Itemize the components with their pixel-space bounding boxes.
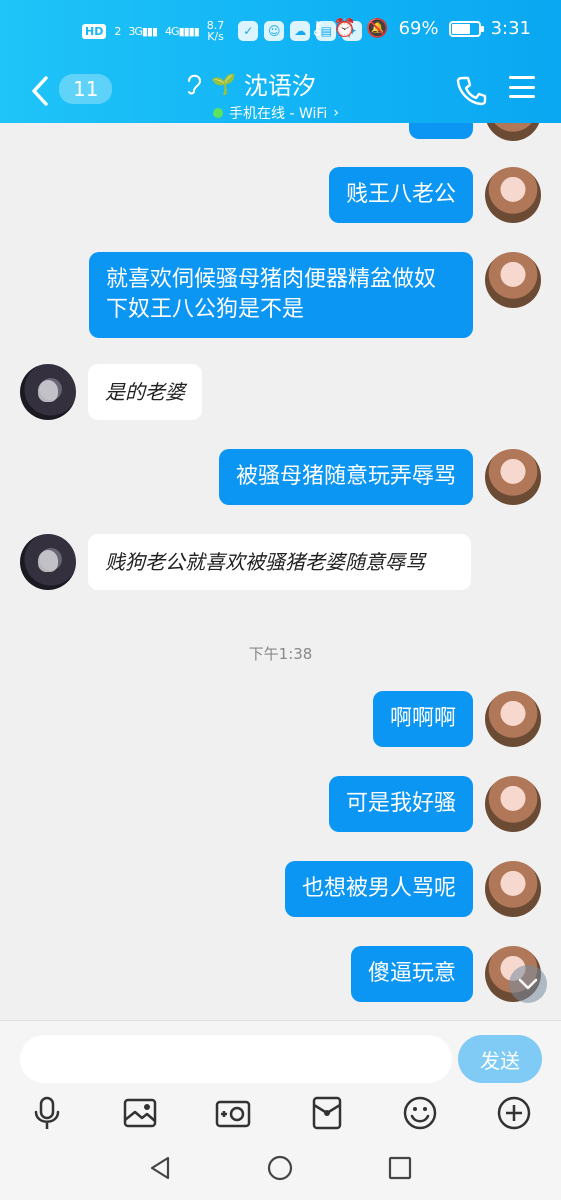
my-avatar[interactable] [485, 167, 541, 223]
key-icon: ⚷ [310, 18, 324, 39]
red-packet-icon[interactable] [307, 1093, 347, 1133]
battery-fill [451, 23, 470, 34]
network-speed: 8.7 K/s [207, 20, 225, 42]
network-3g-label: 3G [128, 24, 142, 38]
message-bubble[interactable]: 是的老婆 [88, 364, 202, 420]
chevron-left-icon[interactable] [28, 74, 52, 108]
chat-app-icon: ☺ [264, 21, 285, 41]
message-bubble[interactable]: 贱狗老公就喜欢被骚猪老婆随意辱骂 [88, 534, 471, 590]
unread-count-badge[interactable]: 11 [59, 74, 113, 104]
message-bubble[interactable]: 傻逼玩意 [350, 946, 473, 1002]
send-button[interactable]: 发送 [458, 1035, 542, 1083]
emoji-icon[interactable] [400, 1093, 440, 1133]
message-list[interactable]: 贱王八老公 就喜欢伺候骚母猪肉便器精盆做奴下奴王八公狗是不是 是的老婆 被骚母猪… [0, 123, 561, 1020]
nav-home-icon[interactable] [266, 1154, 294, 1182]
message-bubble[interactable]: 贱王八老公 [328, 167, 473, 223]
status-bar: HD 2 3G▮▮▮ 4G▮▮▮▮ 8.7 K/s ✓ ☺ ☁ ▤ ✦ ⚷ ⏰ … [0, 0, 561, 62]
network-3g-indicator: 3G▮▮▮ [128, 24, 158, 38]
image-icon[interactable] [120, 1093, 160, 1133]
network-4g-label: 4G [165, 24, 179, 38]
contact-avatar[interactable] [20, 534, 76, 590]
hd-indicator: HD [82, 23, 107, 39]
my-avatar[interactable] [485, 691, 541, 747]
composer-toolbar [0, 1093, 561, 1137]
message-bubble[interactable]: 被骚母猪随意玩弄辱骂 [218, 449, 473, 505]
battery-icon [448, 20, 484, 37]
speed-unit: K/s [207, 30, 224, 43]
message-bubble[interactable]: 可是我好骚 [328, 776, 473, 832]
my-avatar[interactable] [485, 449, 541, 505]
battery-percent: 69% [398, 18, 439, 39]
network-4g-indicator: 4G▮▮▮▮ [165, 24, 200, 38]
timestamp: 下午1:38 [248, 645, 313, 663]
chevron-down-icon [518, 978, 538, 990]
clock: 3:31 [490, 18, 531, 39]
message-bubble[interactable]: 就喜欢伺候骚母猪肉便器精盆做奴下奴王八公狗是不是 [89, 252, 473, 338]
contact-avatar[interactable] [20, 364, 76, 420]
contact-title[interactable]: 🌱 沈语汐 手机在线 - WiFi › [185, 66, 385, 123]
status-chevron-icon: › [333, 105, 339, 121]
status-right: ⚷ ⏰ 🔕 69% 3:31 [311, 18, 531, 39]
message-bubble[interactable]: 啊啊啊 [372, 691, 473, 747]
my-avatar[interactable] [485, 252, 541, 308]
scroll-to-bottom-button[interactable] [509, 965, 547, 1003]
message-input[interactable] [20, 1035, 452, 1083]
ear-icon [188, 74, 202, 94]
online-status: 手机在线 - WiFi [229, 106, 328, 122]
message-bubble-partial[interactable] [409, 123, 473, 139]
message-bubble[interactable]: 也想被男人骂呢 [284, 861, 473, 917]
my-avatar[interactable] [485, 776, 541, 832]
my-avatar[interactable] [485, 861, 541, 917]
chat-header: 11 🌱 沈语汐 手机在线 - WiFi › [0, 62, 561, 123]
microphone-icon[interactable] [27, 1093, 67, 1133]
online-dot-icon [213, 108, 223, 118]
sprout-icon: 🌱 [211, 71, 236, 96]
alarm-icon: ⏰ [333, 18, 357, 39]
nav-back-icon[interactable] [146, 1154, 174, 1182]
plus-icon[interactable] [494, 1093, 534, 1133]
menu-icon[interactable] [509, 76, 535, 98]
mute-icon: 🔕 [366, 18, 389, 39]
phone-icon[interactable] [455, 74, 487, 106]
top-bar: HD 2 3G▮▮▮ 4G▮▮▮▮ 8.7 K/s ✓ ☺ ☁ ▤ ✦ ⚷ ⏰ … [0, 0, 561, 123]
composer: 发送 [0, 1020, 561, 1140]
shield-app-icon: ✓ [238, 21, 259, 41]
system-navigation-bar [0, 1140, 561, 1200]
nav-recents-icon[interactable] [386, 1154, 414, 1182]
sim-indicator: 2 [114, 24, 121, 38]
camera-icon[interactable] [213, 1093, 253, 1133]
contact-name: 沈语汐 [243, 72, 316, 100]
cloud-app-icon: ☁ [290, 21, 311, 41]
my-avatar[interactable] [485, 123, 541, 141]
